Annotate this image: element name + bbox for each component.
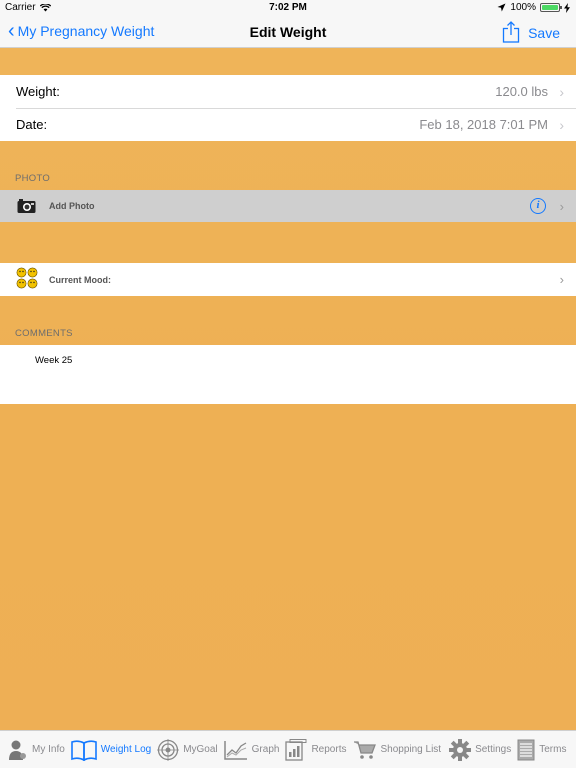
mood-faces-icon [16,267,38,289]
status-bar: Carrier 7:02 PM 100% [0,0,576,16]
target-icon [157,738,180,761]
comments-section-title: COMMENTS [15,328,73,339]
tab-weight-log[interactable]: Weight Log [70,739,152,761]
tab-label: MyGoal [183,744,218,755]
camera-icon [17,199,36,213]
tab-reports[interactable]: Reports [285,738,347,761]
current-mood-label: Current Mood: [49,274,111,285]
date-value: Feb 18, 2018 7:01 PM [419,117,548,132]
share-icon[interactable] [502,21,520,43]
reports-icon [285,738,307,761]
tab-my-goal[interactable]: MyGoal [157,738,218,761]
photo-section-title: PHOTO [15,173,51,184]
tab-label: Reports [311,744,347,755]
tab-graph[interactable]: Graph [223,740,280,760]
add-photo-label: Add Photo [49,201,95,211]
weight-label: Weight: [16,84,60,99]
date-label: Date: [16,117,48,132]
cart-icon [354,740,377,759]
graph-icon [223,740,247,760]
navigation-bar: ‹ My Pregnancy Weight Edit Weight Save [0,16,576,48]
charging-bolt-icon [564,2,570,13]
tab-label: My Info [32,744,65,755]
save-button[interactable]: Save [528,25,560,41]
book-icon [70,739,97,761]
battery-icon [540,3,562,12]
tab-label: Terms [539,744,567,755]
chevron-right-icon: › [559,83,564,100]
comments-text: Week 25 [35,355,73,366]
weight-value: 120.0 lbs [495,84,548,99]
chevron-right-icon: › [559,272,564,287]
date-row[interactable]: Date: Feb 18, 2018 7:01 PM › [0,108,576,141]
tab-my-info[interactable]: My Info [8,739,65,761]
tab-label: Weight Log [100,744,152,755]
tab-label: Shopping List [380,744,442,755]
comments-textarea[interactable]: Week 25 [0,345,576,404]
weight-row[interactable]: Weight: 120.0 lbs › [0,75,576,108]
tab-label: Graph [251,744,280,755]
tab-terms[interactable]: Terms [517,739,566,761]
add-photo-row[interactable]: Add Photo i › [0,190,576,222]
tab-label: Settings [475,744,512,755]
info-icon[interactable]: i [530,198,546,214]
tab-settings[interactable]: Settings [449,738,512,761]
person-icon [9,740,26,760]
status-time: 7:02 PM [269,2,307,13]
document-icon [517,739,535,760]
page-title: Edit Weight [249,24,327,40]
chevron-right-icon: › [559,198,564,214]
gear-icon [449,738,472,761]
chevron-right-icon: › [559,116,564,133]
tab-shopping-list[interactable]: Shopping List [354,740,441,760]
current-mood-row[interactable]: Current Mood: › [0,263,576,296]
battery-percent: 100% [510,2,536,13]
tab-bar: My Info Weight Log MyGoal Graph Reports … [0,730,576,768]
location-arrow-icon [497,3,506,12]
weight-date-group: Weight: 120.0 lbs › Date: Feb 18, 2018 7… [0,75,576,141]
status-right: 100% [497,2,570,13]
